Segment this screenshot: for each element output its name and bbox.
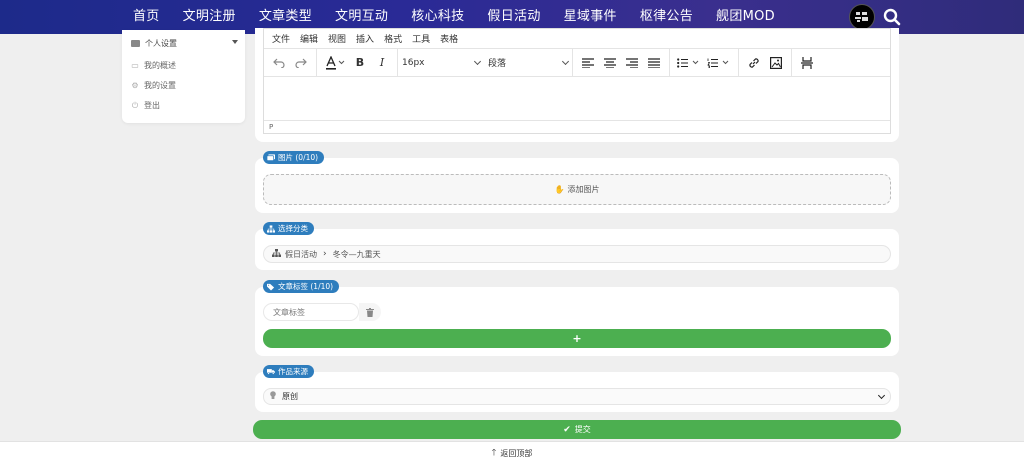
power-icon: ⏻ [131,100,139,110]
submit-label: 提交 [574,425,591,434]
images-badge: 图片 (0/10) [263,151,325,164]
submit-button[interactable]: ✔ 提交 [253,420,901,439]
sidebar-item-label: 登出 [144,101,160,110]
trash-icon[interactable] [359,303,381,321]
menu-view[interactable]: 视图 [328,32,346,45]
align-right-icon[interactable] [621,53,643,73]
menu-file[interactable]: 文件 [272,32,290,45]
redo-icon[interactable] [290,53,312,73]
sidebar-header-label: 个人设置 [145,39,177,48]
id-card-icon: ▭ [131,60,139,70]
chevron-down-icon [473,57,482,65]
menu-table[interactable]: 表格 [440,32,458,45]
source-select[interactable]: 原创 [263,388,891,405]
category-path-field[interactable]: 假日活动 › 冬令—九重天 [263,245,891,263]
category-level-2[interactable]: 冬令—九重天 [333,249,381,260]
link-icon[interactable] [743,53,765,73]
hand-icon: ✋ [554,185,565,194]
caret-down-icon[interactable] [232,40,238,44]
page-break-icon[interactable] [796,53,818,73]
sidebar-header[interactable]: 个人设置 [131,38,177,49]
rich-text-editor: 文件 编辑 视图 插入 格式 工具 表格 B I 16px 段落 P [263,28,891,134]
chevron-down-icon [877,391,886,400]
tag-input-placeholder: 文章标签 [273,307,305,317]
arrow-up-icon: 🡑 [491,448,497,458]
back-to-top-label: 返回顶部 [500,448,533,458]
menu-insert[interactable]: 插入 [356,32,374,45]
editor-content-area[interactable] [264,77,890,121]
nav-item-register[interactable]: 文明注册 [173,0,246,34]
add-image-label: 添加图片 [567,185,600,194]
break-group [792,49,822,76]
text-style-group: B I [317,49,398,76]
back-to-top-bar[interactable]: 🡑 返回顶部 [0,441,1024,464]
check-icon: ✔ [563,424,571,435]
lightbulb-icon [270,391,276,402]
tags-badge: 文章标签 (1/10) [263,280,340,293]
plus-icon: + [572,332,582,345]
sitemap-icon [272,249,281,259]
numbered-list-icon[interactable] [704,53,734,73]
search-icon[interactable] [883,8,901,26]
align-center-icon[interactable] [599,53,621,73]
images-icon [267,154,275,161]
sidebar-item-settings[interactable]: ⚙ 我的设置 [131,80,176,91]
align-left-icon[interactable] [577,53,599,73]
images-badge-label: 图片 (0/10) [278,153,319,162]
bullet-list-icon[interactable] [674,53,704,73]
nav-item-home[interactable]: 首页 [123,0,170,34]
tags-card: 文章标签 (1/10) 文章标签 + [255,280,899,356]
list-group [670,49,739,76]
block-format-value: 段落 [488,59,507,69]
source-card: 作品来源 原创 [255,365,899,412]
align-group [573,49,670,76]
source-badge-label: 作品来源 [278,367,308,376]
source-badge: 作品来源 [263,365,314,378]
bold-icon[interactable]: B [349,53,371,73]
category-level-1[interactable]: 假日活动 [285,249,317,260]
add-tag-button[interactable]: + [263,329,891,348]
sidebar: 个人设置 ▭ 我的概述 ⚙ 我的设置 ⏻ 登出 [122,30,245,123]
sidebar-item-label: 我的设置 [144,81,176,90]
align-justify-icon[interactable] [643,53,665,73]
font-size-value: 16px [402,57,425,68]
category-card: 选择分类 假日活动 › 冬令—九重天 [255,222,899,270]
insert-group [739,49,792,76]
editor-toolbar: B I 16px 段落 [264,49,890,77]
undo-icon[interactable] [268,53,290,73]
font-size-select[interactable]: 16px [398,57,484,68]
menu-edit[interactable]: 编辑 [300,32,318,45]
chevron-down-icon [561,57,570,65]
editor-status-path: P [269,123,274,131]
add-image-dropzone[interactable]: ✋ 添加图片 [263,174,891,205]
editor-menubar: 文件 编辑 视图 插入 格式 工具 表格 [264,29,890,49]
tags-badge-label: 文章标签 (1/10) [278,282,334,291]
history-group [264,49,317,76]
sidebar-item-logout[interactable]: ⏻ 登出 [131,100,160,111]
font-size-group: 16px 段落 [398,49,573,76]
gear-icon: ⚙ [131,80,139,90]
sidebar-item-overview[interactable]: ▭ 我的概述 [131,60,176,71]
source-selected-value: 原创 [282,392,298,401]
chevron-right-icon: › [323,249,327,259]
category-badge-label: 选择分类 [278,224,308,233]
text-color-icon[interactable] [321,53,349,73]
tags-icon [267,283,275,291]
category-badge: 选择分类 [263,222,314,235]
italic-icon[interactable]: I [371,53,393,73]
image-icon[interactable] [765,53,787,73]
truck-icon [267,368,275,375]
images-card: 图片 (0/10) ✋ 添加图片 [255,151,899,213]
tag-input[interactable]: 文章标签 [263,303,359,321]
sidebar-item-label: 我的概述 [144,61,176,70]
block-format-select[interactable]: 段落 [484,56,572,69]
menu-tools[interactable]: 工具 [412,32,430,45]
menu-format[interactable]: 格式 [384,32,402,45]
sitemap-icon [267,224,275,233]
avatar-logo[interactable] [849,4,875,30]
user-card-icon [131,40,140,47]
editor-card: 文件 编辑 视图 插入 格式 工具 表格 B I 16px 段落 P [255,28,899,142]
